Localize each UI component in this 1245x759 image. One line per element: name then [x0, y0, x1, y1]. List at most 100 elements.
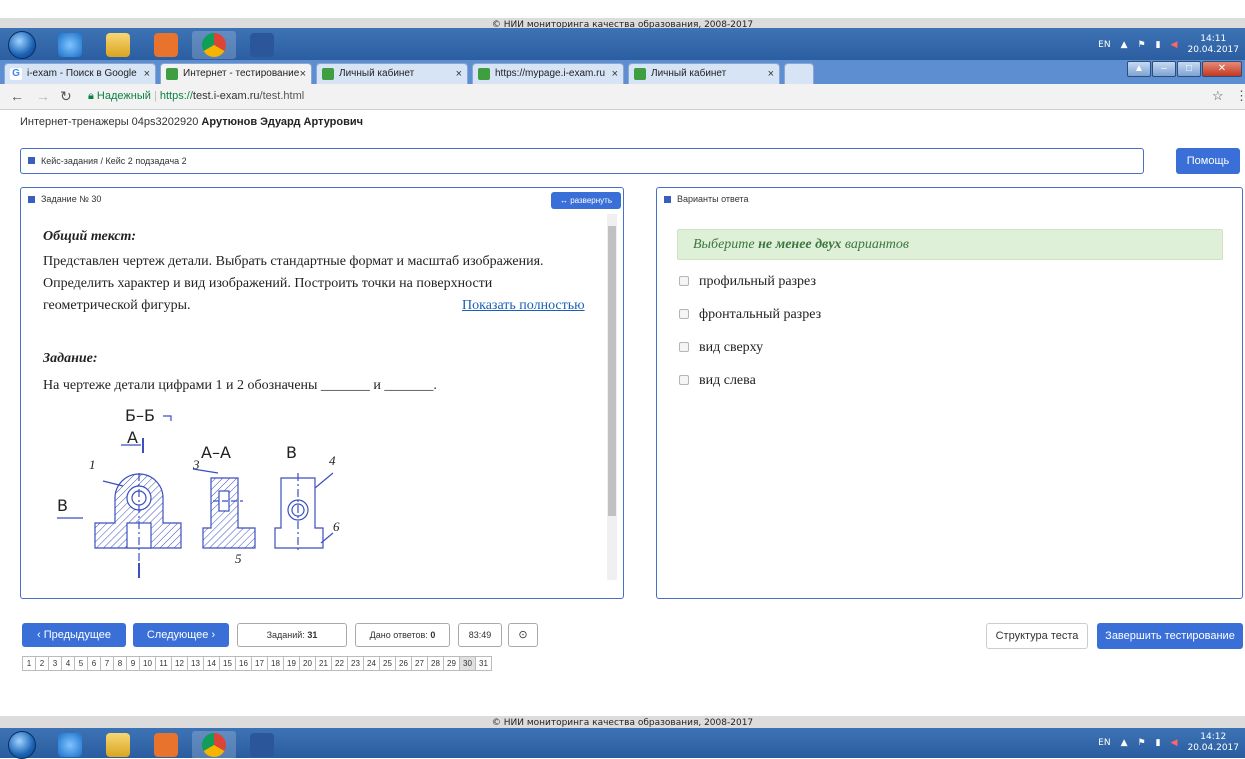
tab-label: Интернет - тестирование	[183, 68, 300, 79]
flag-icon[interactable]: ⚑	[1138, 40, 1146, 50]
tab-cabinet-2[interactable]: Личный кабинет ×	[628, 63, 780, 84]
page-button-12[interactable]: 12	[171, 656, 188, 671]
page-button-8[interactable]: 8	[113, 656, 127, 671]
page-button-22[interactable]: 22	[331, 656, 348, 671]
media-taskbar-button[interactable]	[144, 731, 188, 759]
answer-option-3[interactable]: вид сверху	[679, 340, 763, 356]
tab-mypage[interactable]: https://mypage.i-exam.ru ×	[472, 63, 624, 84]
clock-icon[interactable]: ⊙	[508, 623, 538, 647]
page-button-21[interactable]: 21	[315, 656, 332, 671]
page-button-24[interactable]: 24	[363, 656, 380, 671]
page-button-16[interactable]: 16	[235, 656, 252, 671]
show-full-link[interactable]: Показать полностью	[462, 295, 585, 316]
page-button-7[interactable]: 7	[100, 656, 114, 671]
maximize-icon[interactable]: □	[1177, 61, 1201, 77]
page-button-25[interactable]: 25	[379, 656, 396, 671]
test-structure-button[interactable]: Структура теста	[986, 623, 1088, 649]
iexam-favicon-icon	[634, 68, 646, 80]
page-button-29[interactable]: 29	[443, 656, 460, 671]
bookmark-star-icon[interactable]: ☆	[1212, 88, 1224, 104]
tab-cabinet-1[interactable]: Личный кабинет ×	[316, 63, 468, 84]
ie-taskbar-button[interactable]	[48, 31, 92, 59]
page-button-14[interactable]: 14	[203, 656, 220, 671]
scroll-thumb[interactable]	[608, 226, 616, 516]
minimize-icon[interactable]: –	[1152, 61, 1176, 77]
volume-icon[interactable]: ◀	[1171, 40, 1178, 50]
start-button[interactable]	[4, 731, 40, 759]
checkbox[interactable]	[679, 309, 689, 319]
expand-button[interactable]: ↔ развернуть	[551, 192, 621, 209]
page-button-17[interactable]: 17	[251, 656, 268, 671]
internet-explorer-icon	[58, 33, 82, 57]
media-taskbar-button[interactable]	[144, 31, 188, 59]
page-button-11[interactable]: 11	[155, 656, 172, 671]
timer: 83:49	[458, 623, 502, 647]
page-button-31[interactable]: 31	[475, 656, 492, 671]
network-icon[interactable]: ▮	[1156, 738, 1161, 748]
finish-test-button[interactable]: Завершить тестирование	[1097, 623, 1243, 649]
tab-google[interactable]: Gi-exam - Поиск в Google ×	[4, 63, 156, 84]
flag-icon[interactable]: ⚑	[1138, 738, 1146, 748]
page-button-13[interactable]: 13	[187, 656, 204, 671]
page-button-9[interactable]: 9	[126, 656, 140, 671]
tray-arrow-icon[interactable]: ▲	[1121, 40, 1128, 50]
page-button-2[interactable]: 2	[35, 656, 49, 671]
page-button-19[interactable]: 19	[283, 656, 300, 671]
checkbox[interactable]	[679, 342, 689, 352]
forward-icon[interactable]: →	[36, 88, 50, 104]
page-button-20[interactable]: 20	[299, 656, 316, 671]
page-button-18[interactable]: 18	[267, 656, 284, 671]
menu-icon[interactable]: ⋮	[1235, 88, 1245, 104]
page-button-3[interactable]: 3	[48, 656, 62, 671]
user-icon[interactable]: ▲	[1127, 61, 1151, 77]
page-button-23[interactable]: 23	[347, 656, 364, 671]
explorer-taskbar-button[interactable]	[96, 731, 140, 759]
close-tab-icon[interactable]: ×	[768, 64, 774, 84]
tab-testing[interactable]: Интернет - тестирование ×	[160, 63, 312, 84]
close-tab-icon[interactable]: ×	[612, 64, 618, 84]
checkbox[interactable]	[679, 375, 689, 385]
task-scrollbar[interactable]	[607, 214, 617, 580]
explorer-taskbar-button[interactable]	[96, 31, 140, 59]
option-label: вид сверху	[699, 340, 764, 355]
back-icon[interactable]: ←	[10, 88, 24, 104]
chrome-taskbar-button[interactable]	[192, 731, 236, 759]
answer-option-4[interactable]: вид слева	[679, 373, 756, 389]
close-window-icon[interactable]: ✕	[1202, 61, 1242, 77]
network-icon[interactable]: ▮	[1156, 40, 1161, 50]
next-button[interactable]: Следующее ›	[133, 623, 229, 647]
word-taskbar-button[interactable]	[240, 31, 284, 59]
system-tray: EN ▲ ⚑ ▮ ◀ 14:11 20.04.2017	[1098, 28, 1239, 62]
page-button-10[interactable]: 10	[139, 656, 156, 671]
answer-option-1[interactable]: профильный разрез	[679, 274, 816, 290]
help-button[interactable]: Помощь	[1176, 148, 1240, 174]
page-button-30[interactable]: 30	[459, 656, 476, 671]
close-tab-icon[interactable]: ×	[300, 64, 306, 84]
checkbox[interactable]	[679, 276, 689, 286]
page-button-4[interactable]: 4	[61, 656, 75, 671]
tray-arrow-icon[interactable]: ▲	[1121, 738, 1128, 748]
clock[interactable]: 14:11 20.04.2017	[1187, 34, 1239, 56]
prev-button[interactable]: ‹ Предыдущее	[22, 623, 126, 647]
page-button-1[interactable]: 1	[22, 656, 36, 671]
close-tab-icon[interactable]: ×	[144, 64, 150, 84]
reload-icon[interactable]: ↻	[60, 88, 72, 105]
ie-taskbar-button[interactable]	[48, 731, 92, 759]
volume-icon[interactable]: ◀	[1171, 738, 1178, 748]
page-button-6[interactable]: 6	[87, 656, 101, 671]
page-button-28[interactable]: 28	[427, 656, 444, 671]
clock[interactable]: 14:12 20.04.2017	[1187, 732, 1239, 754]
page-button-26[interactable]: 26	[395, 656, 412, 671]
page-button-27[interactable]: 27	[411, 656, 428, 671]
start-button[interactable]	[4, 31, 40, 59]
answer-option-2[interactable]: фронтальный разрез	[679, 307, 821, 323]
language-indicator[interactable]: EN	[1098, 738, 1110, 748]
page-button-5[interactable]: 5	[74, 656, 88, 671]
word-taskbar-button[interactable]	[240, 731, 284, 759]
new-tab-button[interactable]	[784, 63, 814, 84]
chrome-taskbar-button[interactable]	[192, 31, 236, 59]
language-indicator[interactable]: EN	[1098, 40, 1110, 50]
page-button-15[interactable]: 15	[219, 656, 236, 671]
close-tab-icon[interactable]: ×	[456, 64, 462, 84]
url-field[interactable]: 🔒︎ Надежный | https://test.i-exam.ru/tes…	[88, 90, 304, 103]
